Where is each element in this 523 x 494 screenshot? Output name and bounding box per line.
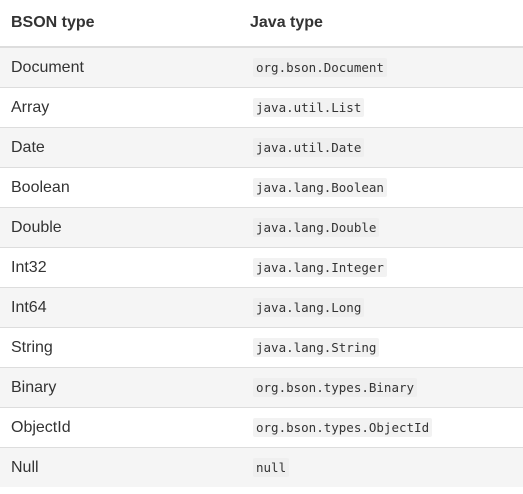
java-type-code: org.bson.Document [253,57,387,77]
java-type-code: java.util.List [253,97,365,117]
table-row: Boolean java.lang.Boolean [0,167,523,208]
bson-type-cell: Boolean [0,167,240,208]
table-body: Document org.bson.Document Array java.ut… [0,46,523,487]
table-row: Int32 java.lang.Integer [0,247,523,288]
bson-type-cell: Int32 [0,247,240,288]
bson-type-cell: Document [0,46,240,88]
table-row: ObjectId org.bson.types.ObjectId [0,407,523,448]
java-type-code: org.bson.types.ObjectId [253,417,433,437]
java-type-code: java.lang.Integer [253,257,387,277]
java-type-code: java.lang.Long [253,297,365,317]
java-type-code: org.bson.types.Binary [253,377,418,397]
bson-type-cell: ObjectId [0,407,240,448]
java-type-code: java.lang.Boolean [253,177,387,197]
table-row: Double java.lang.Double [0,207,523,248]
header-row: BSON type Java type [0,0,523,48]
table-row: Array java.util.List [0,87,523,128]
bson-type-cell: Null [0,447,240,487]
java-type-code: java.util.Date [253,137,365,157]
table-row: String java.lang.String [0,327,523,368]
java-type-cell: java.lang.Double [240,207,523,248]
bson-type-cell: Double [0,207,240,248]
table-row: Date java.util.Date [0,127,523,168]
table-row: Document org.bson.Document [0,46,523,88]
bson-type-cell: Array [0,87,240,128]
table-header: BSON type Java type [0,0,523,48]
java-type-cell: org.bson.Document [240,46,523,88]
java-type-cell: java.lang.String [240,327,523,368]
bson-java-type-table: BSON type Java type Document org.bson.Do… [0,0,523,487]
java-type-header: Java type [240,0,523,48]
table-row: Null null [0,447,523,487]
bson-type-header: BSON type [0,0,240,48]
table-row: Int64 java.lang.Long [0,287,523,328]
table-row: Binary org.bson.types.Binary [0,367,523,408]
java-type-cell: java.lang.Long [240,287,523,328]
bson-type-cell: Binary [0,367,240,408]
java-type-cell: java.util.Date [240,127,523,168]
java-type-code: java.lang.Double [253,217,380,237]
java-type-cell: java.lang.Integer [240,247,523,288]
bson-type-cell: Date [0,127,240,168]
bson-type-cell: String [0,327,240,368]
java-type-cell: java.lang.Boolean [240,167,523,208]
java-type-cell: org.bson.types.ObjectId [240,407,523,448]
java-type-code: null [253,457,290,477]
java-type-code: java.lang.String [253,337,380,357]
bson-type-cell: Int64 [0,287,240,328]
java-type-cell: org.bson.types.Binary [240,367,523,408]
java-type-cell: null [240,447,523,487]
java-type-cell: java.util.List [240,87,523,128]
